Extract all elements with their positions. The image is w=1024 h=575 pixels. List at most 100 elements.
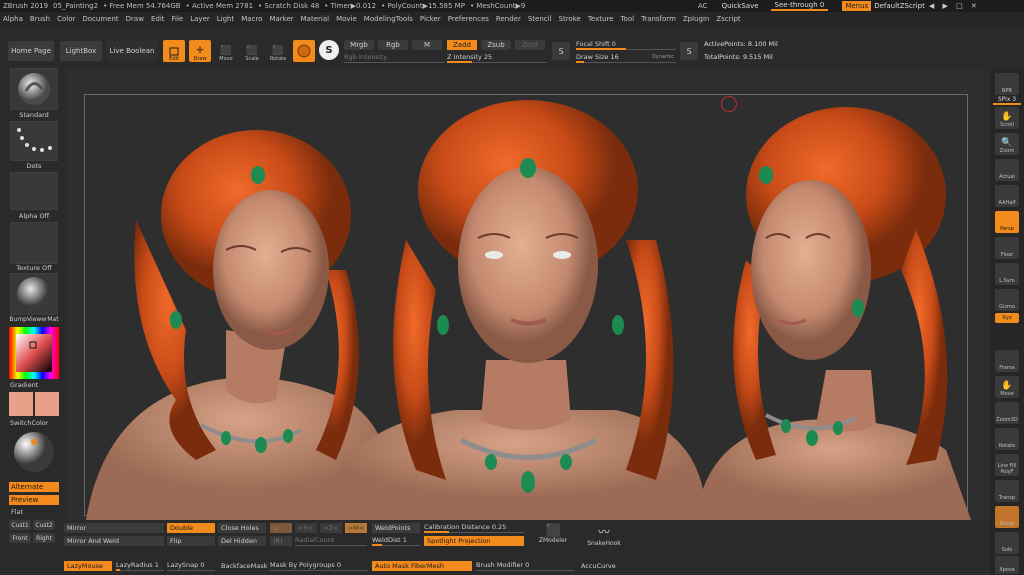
ghost-button[interactable]: Ghost [995,506,1019,528]
sym-x-button[interactable]: x [270,523,292,533]
rotate-button[interactable]: ⬛ Rotate [267,40,289,62]
zcut-button[interactable]: Zcut [515,40,545,50]
weld-points-button[interactable]: WeldPoints [372,523,420,533]
xyz-button[interactable]: Xyz [995,313,1019,323]
menus-button[interactable]: Menus [842,1,872,11]
menu-macro[interactable]: Macro [241,15,262,23]
menu-edit[interactable]: Edit [151,15,165,23]
gizmo-button[interactable]: Gizmo [995,289,1019,311]
alpha-icon[interactable]: S [680,42,698,60]
material-thumbnail[interactable] [10,273,58,315]
aahalf-button[interactable]: AAHalf [995,185,1019,207]
menu-zplugin[interactable]: Zplugin [683,15,709,23]
draw-size-slider[interactable]: Draw Size 16 Dynamic [576,53,676,63]
del-hidden-button[interactable]: Del Hidden [218,536,266,546]
menu-preferences[interactable]: Preferences [448,15,489,23]
lazymouse-button[interactable]: LazyMouse [64,561,112,571]
edit-button[interactable]: Edit [163,40,185,62]
zadd-button[interactable]: Zadd [447,40,477,50]
default-zscript-button[interactable]: DefaultZScript [874,2,925,10]
menu-material[interactable]: Material [301,15,329,23]
menu-alpha[interactable]: Alpha [3,15,23,23]
flip-button[interactable]: Flip [167,536,215,546]
cust1-button[interactable]: Cust1 [9,520,31,530]
right-button[interactable]: Right [33,533,55,543]
zmodeler-brush[interactable]: ⬛ ZModeler [533,523,573,549]
focal-shift-slider[interactable]: Focal Shift 0 [576,40,676,50]
solo-button[interactable]: Solo [995,532,1019,554]
transp-button[interactable]: Transp [995,480,1019,502]
sym-m-button[interactable]: >M< [345,523,367,533]
mask-by-polygroups-slider[interactable]: Mask By Polygroups 0 [270,561,368,571]
menu-stroke[interactable]: Stroke [559,15,581,23]
frame-button[interactable]: Frame [995,350,1019,372]
scale-button[interactable]: ⬛ Scale [241,40,263,62]
stroke-thumbnail[interactable] [10,121,58,161]
menu-file[interactable]: File [172,15,184,23]
rgb-button[interactable]: Rgb [378,40,408,50]
front-button[interactable]: Front [9,533,31,543]
menu-layer[interactable]: Layer [190,15,210,23]
backface-mask-button[interactable]: BackfaceMask [218,561,268,571]
menu-render[interactable]: Render [496,15,521,23]
menu-texture[interactable]: Texture [588,15,614,23]
brush-modifier-slider[interactable]: Brush Modifier 0 [476,561,574,571]
spotlight-projection-button[interactable]: Spotlight Projection [424,536,524,546]
bpr-button[interactable]: BPR [995,73,1019,95]
scroll-button[interactable]: ✋ Scroll [995,107,1019,129]
primary-color-swatch[interactable] [9,392,33,416]
color-picker[interactable] [9,327,59,379]
menu-tool[interactable]: Tool [620,15,634,23]
close-holes-button[interactable]: Close Holes [218,523,266,533]
menu-brush[interactable]: Brush [30,15,50,23]
home-page-button[interactable]: Home Page [8,41,54,61]
preview-button[interactable]: Preview [9,495,59,505]
move-view-button[interactable]: ✋ Move [995,376,1019,398]
quicksave-button[interactable]: QuickSave [722,2,759,10]
alpha-thumbnail[interactable] [10,172,58,210]
menu-picker[interactable]: Picker [420,15,441,23]
sphere-tool-button[interactable] [293,40,315,62]
brush-thumbnail[interactable] [10,68,58,110]
zoom3d-button[interactable]: Zoom3D [995,402,1019,424]
dynamic-subdiv-icon[interactable]: S [319,40,339,60]
zoom-button[interactable]: 🔍 Zoom [995,133,1019,155]
auto-mask-fibermesh-button[interactable]: Auto Mask FiberMesh [372,561,472,571]
mirror-and-weld-button[interactable]: Mirror And Weld [64,536,164,546]
menu-transform[interactable]: Transform [641,15,676,23]
m-button[interactable]: M [412,40,442,50]
move-button[interactable]: ⬛ Move [215,40,237,62]
lightbox-button[interactable]: LightBox [60,41,102,61]
lazyradius-slider[interactable]: LazyRadius 1 [116,561,164,571]
alternate-button[interactable]: Alternate [9,482,59,492]
sym-y-button[interactable]: >Y< [295,523,317,533]
radial-r-button[interactable]: (R) [270,536,292,546]
calibration-slider[interactable]: Calibration Distance 0.25 [424,523,524,533]
persp-button[interactable]: Persp [995,211,1019,233]
actual-button[interactable]: Actual [995,159,1019,181]
spix-slider[interactable]: SPix 3 [993,96,1021,105]
window-controls[interactable]: ◀ ▶ □ ✕ [929,2,980,10]
weld-dist-slider[interactable]: WeldDist 1 [372,536,420,546]
menu-color[interactable]: Color [57,15,75,23]
menu-marker[interactable]: Marker [269,15,293,23]
menu-zscript[interactable]: Zscript [716,15,740,23]
texture-thumbnail[interactable] [10,222,58,264]
sym-z-button[interactable]: >Z< [320,523,342,533]
light-sphere[interactable] [12,430,56,474]
xpose-button[interactable]: Xpose [995,556,1019,574]
menu-document[interactable]: Document [82,15,118,23]
rotate-view-button[interactable]: Rotate [995,428,1019,450]
secondary-color-swatch[interactable] [35,392,59,416]
flat-button[interactable]: Flat [11,508,23,516]
stroke-icon[interactable]: S [552,42,570,60]
lazysnap-slider[interactable]: LazySnap 0 [167,561,215,571]
double-button[interactable]: Double [167,523,215,533]
z-intensity-slider[interactable]: Z Intensity 25 [447,53,547,63]
zsub-button[interactable]: Zsub [481,40,511,50]
draw-button[interactable]: ✛ Draw [189,40,211,62]
floor-button[interactable]: Floor [995,237,1019,259]
polyf-button[interactable]: Line Fill PolyF [995,454,1019,476]
see-through-slider[interactable]: See-through 0 [770,1,829,11]
local-sym-button[interactable]: L.Sym [995,263,1019,285]
